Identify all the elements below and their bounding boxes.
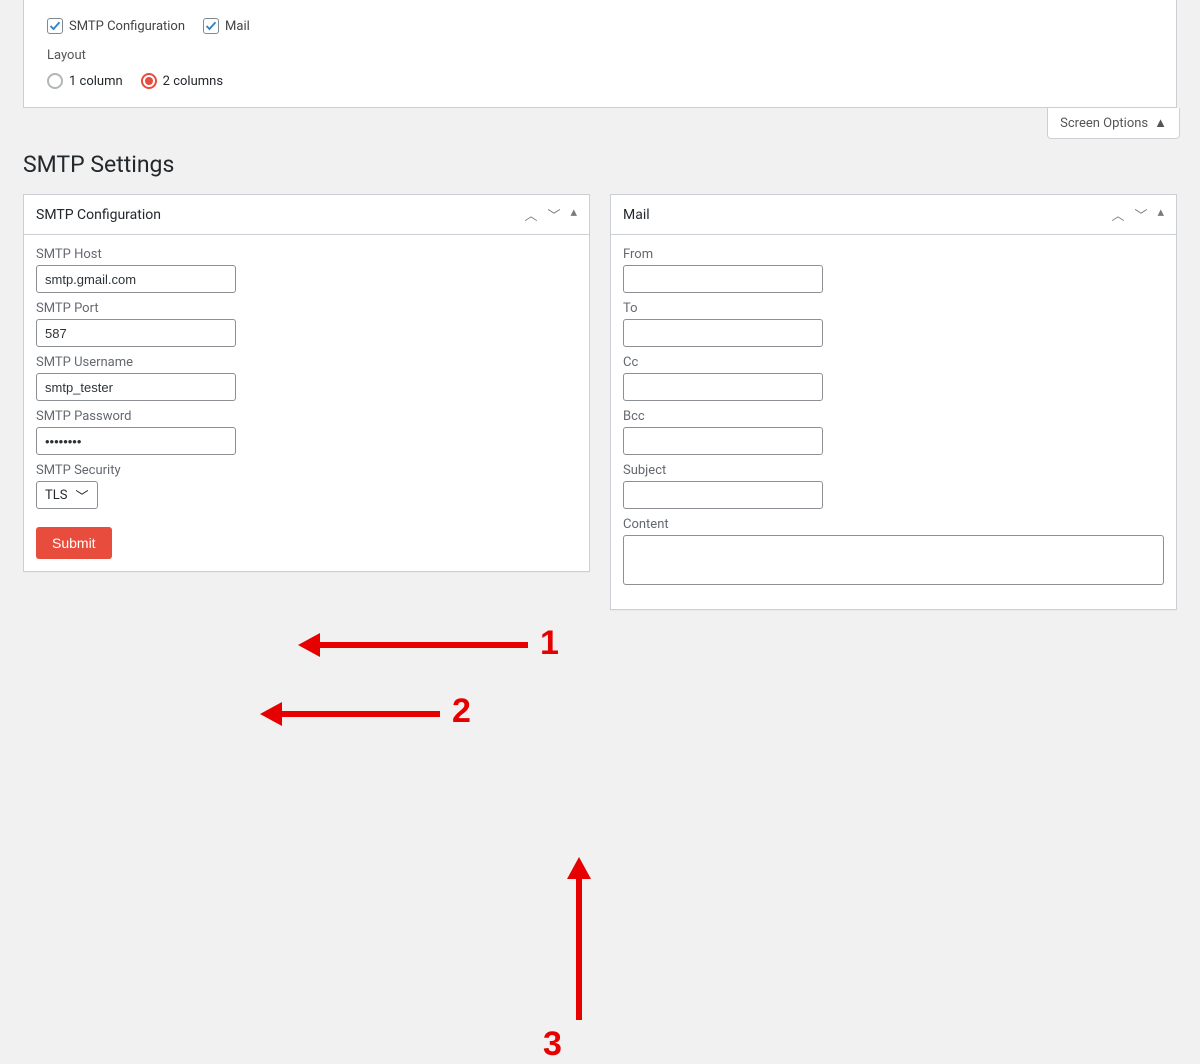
submit-button[interactable]: Submit bbox=[36, 527, 112, 559]
panel-actions: ︿ ﹀ ▴ bbox=[1111, 205, 1164, 224]
triangle-up-icon: ▲ bbox=[1154, 115, 1167, 131]
smtp-host-input[interactable] bbox=[36, 265, 236, 293]
panel-actions: ︿ ﹀ ▴ bbox=[524, 205, 577, 224]
screen-options-toggle[interactable]: Screen Options ▲ bbox=[1047, 108, 1180, 139]
page-title: SMTP Settings bbox=[0, 139, 1200, 194]
smtp-username-input[interactable] bbox=[36, 373, 236, 401]
check-icon bbox=[205, 20, 217, 32]
smtp-security-label: SMTP Security bbox=[36, 463, 577, 478]
layout-2col-radio[interactable]: 2 columns bbox=[141, 73, 223, 89]
mail-subject-label: Subject bbox=[623, 463, 1164, 478]
move-up-icon[interactable]: ︿ bbox=[524, 205, 537, 224]
mail-content-textarea[interactable] bbox=[623, 535, 1164, 585]
mail-to-label: To bbox=[623, 301, 1164, 316]
move-down-icon[interactable]: ﹀ bbox=[547, 205, 560, 224]
radio-unchecked-icon bbox=[47, 73, 63, 89]
mail-panel-header[interactable]: Mail ︿ ﹀ ▴ bbox=[611, 195, 1176, 235]
layout-2col-label: 2 columns bbox=[163, 74, 223, 89]
mail-to-input[interactable] bbox=[623, 319, 823, 347]
smtp-config-panel-title: SMTP Configuration bbox=[36, 207, 161, 223]
mail-subject-input[interactable] bbox=[623, 481, 823, 509]
smtp-password-input[interactable] bbox=[36, 427, 236, 455]
mail-checkbox[interactable] bbox=[203, 18, 219, 34]
layout-1col-label: 1 column bbox=[69, 74, 123, 89]
mail-bcc-label: Bcc bbox=[623, 409, 1164, 424]
smtp-port-input[interactable] bbox=[36, 319, 236, 347]
mail-panel-title: Mail bbox=[623, 207, 650, 223]
layout-radio-row: 1 column 2 columns bbox=[47, 73, 1153, 89]
smtp-security-value: TLS bbox=[45, 488, 67, 503]
smtp-config-checkbox-label: SMTP Configuration bbox=[69, 19, 185, 34]
mail-from-input[interactable] bbox=[623, 265, 823, 293]
smtp-config-checkbox[interactable] bbox=[47, 18, 63, 34]
mail-from-label: From bbox=[623, 247, 1164, 262]
screen-options-panel: SMTP Configuration Mail Layout 1 column … bbox=[23, 0, 1177, 108]
smtp-config-panel: SMTP Configuration ︿ ﹀ ▴ SMTP Host SMTP … bbox=[23, 194, 590, 572]
check-icon bbox=[49, 20, 61, 32]
mail-panel: Mail ︿ ﹀ ▴ From To Cc bbox=[610, 194, 1177, 610]
mail-checkbox-label: Mail bbox=[225, 19, 250, 34]
smtp-username-label: SMTP Username bbox=[36, 355, 577, 370]
smtp-config-checkbox-wrap[interactable]: SMTP Configuration bbox=[47, 18, 185, 34]
layout-1col-radio[interactable]: 1 column bbox=[47, 73, 123, 89]
radio-checked-icon bbox=[141, 73, 157, 89]
layout-section-label: Layout bbox=[47, 48, 1153, 63]
annotation-number-2: 2 bbox=[452, 692, 471, 731]
chevron-down-icon: ﹀ bbox=[75, 486, 88, 505]
smtp-password-label: SMTP Password bbox=[36, 409, 577, 424]
mail-content-label: Content bbox=[623, 517, 1164, 532]
move-up-icon[interactable]: ︿ bbox=[1111, 205, 1124, 224]
mail-cc-input[interactable] bbox=[623, 373, 823, 401]
smtp-security-select[interactable]: TLS ﹀ bbox=[36, 481, 98, 509]
screen-options-toggle-label: Screen Options bbox=[1060, 116, 1148, 131]
annotation-number-3: 3 bbox=[543, 1025, 562, 1064]
mail-bcc-input[interactable] bbox=[623, 427, 823, 455]
mail-cc-label: Cc bbox=[623, 355, 1164, 370]
smtp-port-label: SMTP Port bbox=[36, 301, 577, 316]
boxes-checkbox-row: SMTP Configuration Mail bbox=[47, 18, 1153, 34]
smtp-config-panel-header[interactable]: SMTP Configuration ︿ ﹀ ▴ bbox=[24, 195, 589, 235]
move-down-icon[interactable]: ﹀ bbox=[1134, 205, 1147, 224]
mail-checkbox-wrap[interactable]: Mail bbox=[203, 18, 250, 34]
smtp-host-label: SMTP Host bbox=[36, 247, 577, 262]
toggle-collapse-icon[interactable]: ▴ bbox=[1157, 205, 1164, 224]
toggle-collapse-icon[interactable]: ▴ bbox=[570, 205, 577, 224]
